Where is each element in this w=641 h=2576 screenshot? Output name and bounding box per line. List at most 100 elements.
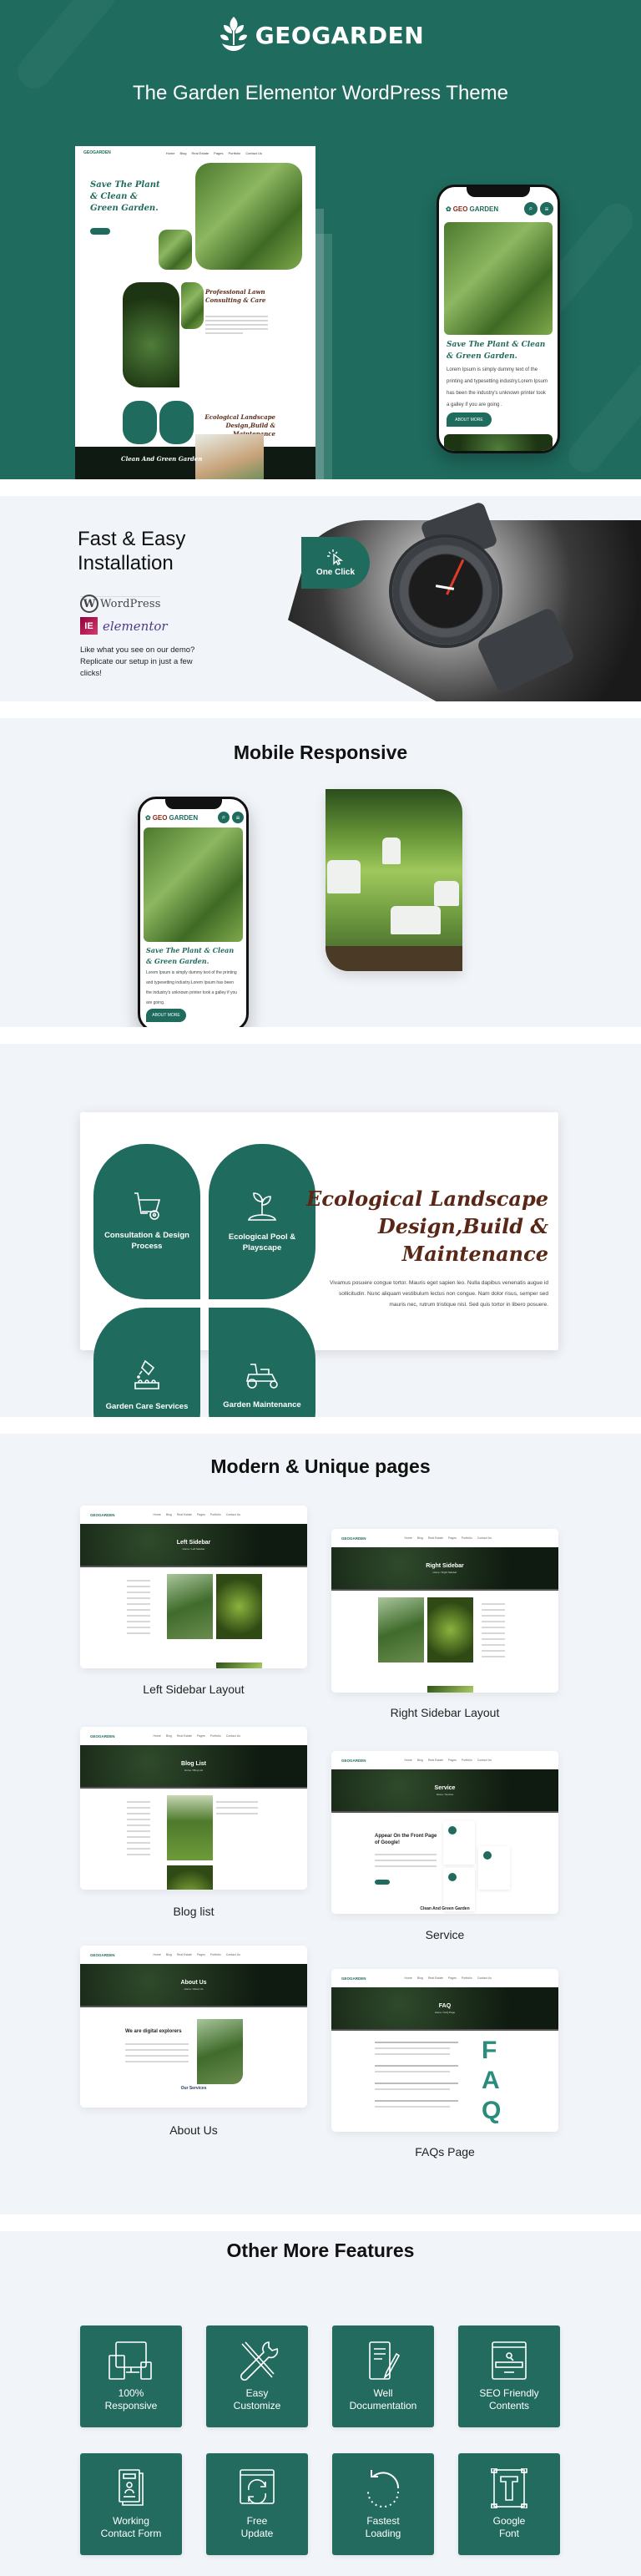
mockup-section-title: Professional Lawn Consulting & Care [205,288,266,304]
preview-button [375,1880,390,1885]
preview-heading: Appear On the Front Page of Google! [375,1834,437,1845]
page-preview-left-sidebar[interactable]: GEOGARDEN Home Blog Real Estate Pages Portfo… [80,1506,307,1668]
search-icon[interactable]: ⌕ [218,812,230,823]
feature-customize: Easy Customize [206,2325,308,2427]
mockup-nav-item: Pages [214,150,224,155]
loading-icon [367,2470,400,2508]
wheelbarrow-icon [134,1192,161,1220]
mockup-footer-title: Clean And Green Garden [121,455,203,463]
page-preview-right-sidebar[interactable]: GEOGARDEN Home Blog Real Estate Pages Portfo… [331,1529,558,1693]
page-preview-about-us[interactable]: GEOGARDEN Home Blog Real Estate Pages Portfo… [80,1946,307,2108]
preview-nav: GEOGARDEN Home Blog Real Estate Pages Portfo… [90,1952,241,1957]
preview-nav: GEOGARDEN Home Blog Real Estate Pages Portfo… [341,1536,492,1541]
mockup-nav-item: Real Estate [191,150,209,155]
gardener-photo [144,827,243,942]
preview-text-lines [375,1850,437,1871]
about-more-button[interactable]: ABOUT MORE [146,1009,186,1022]
preview-sidebar [127,1576,150,1638]
preview-subheading: Our Services [180,2086,207,2091]
preview-photo [216,1663,262,1668]
preview-photo [378,1597,424,1663]
mockup-nav: GEOGARDEN Home Blog Real Estate Pages Po… [75,146,315,159]
section-title: Mobile Responsive [233,741,408,763]
preview-card [443,1868,475,1911]
page-caption: Right Sidebar Layout [390,1706,500,1719]
leaf-logo-icon [220,17,247,51]
section-title: Other More Features [226,2239,415,2261]
volunteer-figure [391,906,441,934]
hero-subtitle: The Garden Elementor WordPress Theme [133,82,508,104]
about-more-button[interactable]: ABOUT MORE [447,412,492,427]
smartwatch-image [392,538,499,645]
installation-title: Fast & Easy Installation [78,528,186,574]
preview-banner: Right Sidebar Home / Right Sidebar [331,1547,558,1591]
mockup-nav-item: Portfolio [228,150,241,155]
preview-subheading: Clean And Green Garden [420,1906,470,1911]
preview-banner: Left Sidebar Home / Left Sidebar [80,1524,307,1567]
one-click-badge: One Click [301,537,370,589]
faq-letters-illustration: FAQ [482,2037,502,2124]
section-title: Modern & Unique pages [210,1455,431,1477]
phone-hero-text: Lorem Ipsum is simply dummy text of the … [146,970,238,1005]
tree-planting-photo [326,789,462,971]
features-section: Other More Features 100% Responsive Easy… [0,2231,641,2576]
phone-hero-text: Lorem Ipsum is simply dummy text of the … [447,367,548,407]
mockup-button [90,228,110,235]
page-caption: FAQs Page [415,2145,475,2158]
watering-can-icon [134,1359,159,1389]
preview-text-lines [125,2039,189,2067]
phone-mockup: ✿ GEO GARDEN ⌕ ≡ Save The Plant & Clean &… [437,185,560,453]
installation-description: Like what you see on our demo? Replicate… [80,645,195,678]
feature-responsive: 100% Responsive [80,2325,182,2427]
phone-logo: ✿ GEO GARDEN [145,814,199,822]
ecological-description: Vivamus posuere congue tortor. Mauris eg… [330,1280,548,1308]
preview-photo [197,2019,243,2084]
brand-name: GEOGARDEN [255,21,425,49]
volunteer-figure [382,838,401,864]
mobile-responsive-section: Mobile Responsive ✿ GEO GARDEN ⌕ ≡ Save T… [0,718,641,1027]
page-preview-faq[interactable]: GEOGARDEN Home Blog Real Estate Pages Portfo… [331,1969,558,2132]
service-tile-consultation[interactable]: Consultation & Design Process [93,1144,200,1299]
decor-stripe [562,355,641,479]
volunteer-figure [327,860,361,893]
preview-banner: Service Home / Service [331,1769,558,1813]
elementor-logo: IE elementor [80,617,168,635]
preview-photo [216,1574,262,1639]
tools-icon [240,2341,279,2381]
menu-icon[interactable]: ≡ [232,812,244,823]
gardener-photo [444,222,553,335]
soil [326,946,462,971]
page-preview-service[interactable]: GEOGARDEN Home Blog Real Estate Pages Portfo… [331,1751,558,1914]
preview-faq-list [375,2037,458,2112]
phone-logo: ✿ GEO GARDEN [446,205,499,213]
seo-search-icon [492,2341,527,2380]
preview-photo [427,1597,473,1663]
soil-photo [181,282,204,329]
elementor-icon: IE [80,617,98,635]
service-tiles: Consultation & Design Process Ecological… [93,1144,317,1417]
preview-heading: We are digital explorers [125,2029,182,2034]
service-tile-ecological-pool[interactable]: Ecological Pool & Playscape [209,1144,315,1299]
page-preview-blog-list[interactable]: GEOGARDEN Home Blog Real Estate Pages Portfo… [80,1727,307,1890]
preview-photo [167,1795,213,1860]
mockup-nav-item: Blog [179,150,187,155]
page-caption: Service [425,1928,465,1941]
feature-documentation: Well Documentation [332,2325,434,2427]
document-pen-icon [369,2341,401,2380]
preview-banner: About Us Home / About Us [80,1964,307,2007]
sprout-icon [247,1192,277,1221]
preview-photo [167,1574,213,1639]
installation-section: Fast & Easy Installation W WordPress IE … [0,496,641,701]
wordpress-icon: W [80,595,98,613]
feature-google-font: Google Font [458,2453,560,2555]
preview-banner: FAQ Home / FAQ Page [331,1987,558,2031]
menu-icon[interactable]: ≡ [540,202,553,215]
search-icon[interactable]: ⌕ [524,202,538,215]
ecological-card: Consultation & Design Process Ecological… [80,1112,558,1417]
lawn-mower-icon [245,1363,278,1389]
greenhouse-photo [195,434,264,479]
service-tile-garden-maintenance[interactable]: Garden Maintenance [209,1308,315,1417]
phone-mockup: ✿ GEO GARDEN ⌕ ≡ Save The Plant & Clean &… [138,797,249,1027]
ecological-section: Consultation & Design Process Ecological… [0,1044,641,1417]
service-tile-garden-care[interactable]: Garden Care Services [93,1308,200,1417]
